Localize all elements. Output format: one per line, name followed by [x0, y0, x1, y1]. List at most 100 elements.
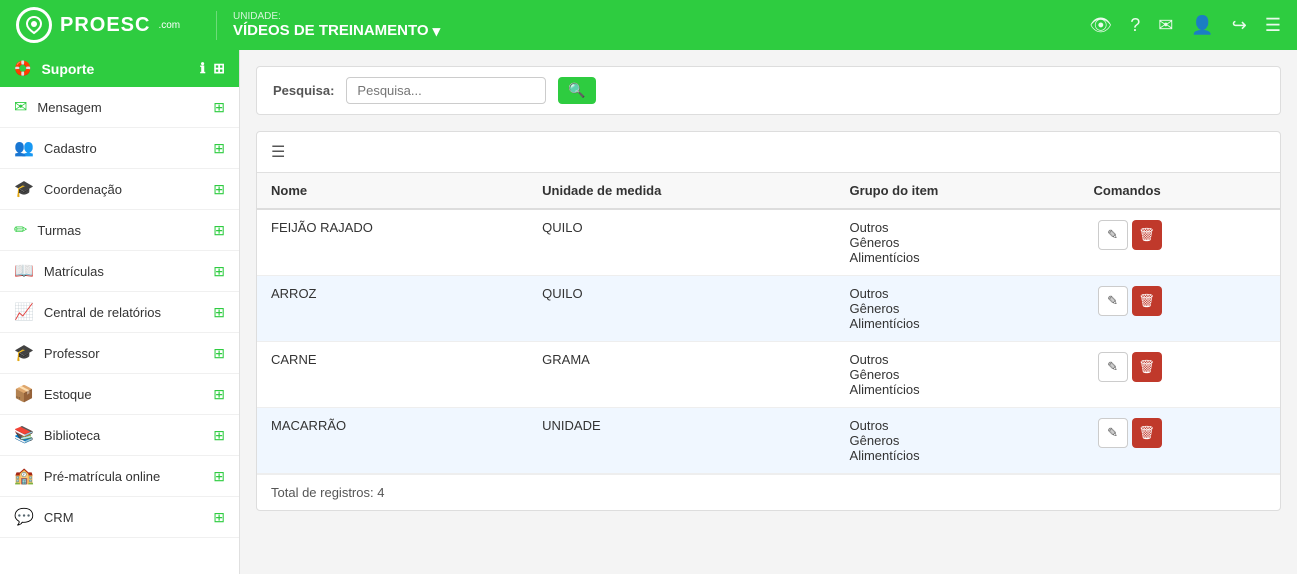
col-comandos: Comandos: [1080, 173, 1280, 209]
menu-icon[interactable]: ☰: [1265, 15, 1281, 36]
sidebar-item-crm[interactable]: 💬 CRM ⊞: [0, 497, 239, 538]
sidebar-item-central-relatorios[interactable]: 📈 Central de relatórios ⊞: [0, 292, 239, 333]
search-label: Pesquisa:: [273, 83, 334, 98]
expand-coordenacao-icon: ⊞: [213, 181, 225, 198]
sidebar-item-cadastro[interactable]: 👥 Cadastro ⊞: [0, 128, 239, 169]
col-grupo: Grupo do item: [836, 173, 1080, 209]
eye-icon[interactable]: 👁: [1089, 15, 1112, 36]
expand-pre-matricula-icon: ⊞: [213, 468, 225, 485]
sidebar-label-biblioteca: Biblioteca: [44, 428, 100, 443]
cell-nome: MACARRÃO: [257, 408, 528, 474]
cell-grupo: OutrosGênerosAlimentícios: [836, 276, 1080, 342]
sidebar-label-crm: CRM: [44, 510, 74, 525]
table-footer: Total de registros: 4: [257, 474, 1280, 510]
search-input[interactable]: [346, 77, 546, 104]
sidebar-label-turmas: Turmas: [37, 223, 81, 238]
sidebar-header-left: 🛟 Suporte: [14, 60, 94, 77]
cell-unidade: QUILO: [528, 209, 835, 276]
table-area: ☰ Nome Unidade de medida Grupo do item C…: [256, 131, 1281, 511]
book-sidebar-icon: 📖: [14, 261, 34, 281]
cell-unidade: GRAMA: [528, 342, 835, 408]
sidebar-label-cadastro: Cadastro: [44, 141, 97, 156]
sidebar-label-matriculas: Matrículas: [44, 264, 104, 279]
expand-professor-icon: ⊞: [213, 345, 225, 362]
cell-commands: ✎🗑: [1080, 342, 1280, 408]
cell-grupo: OutrosGênerosAlimentícios: [836, 209, 1080, 276]
pencil-sidebar-icon: ✏: [14, 220, 27, 240]
school-sidebar-icon: 🏫: [14, 466, 34, 486]
trash-icon: 🗑: [1138, 359, 1155, 375]
search-button[interactable]: 🔍: [558, 77, 595, 104]
chevron-down-icon: ▾: [433, 22, 441, 40]
signout-icon[interactable]: ↪: [1232, 15, 1247, 36]
expand-cadastro-icon: ⊞: [213, 140, 225, 157]
table-row: ARROZQUILOOutrosGênerosAlimentícios ✎ 🗑: [257, 276, 1280, 342]
mail-icon[interactable]: ✉: [1158, 15, 1173, 36]
professor-sidebar-icon: 🎓: [14, 343, 34, 363]
logo-com: .com: [158, 20, 180, 31]
expand-central-icon: ⊞: [213, 304, 225, 321]
sidebar-header: 🛟 Suporte ℹ ⊞: [0, 50, 239, 87]
delete-button[interactable]: 🗑: [1132, 286, 1162, 316]
table-row: FEIJÃO RAJADOQUILOOutrosGênerosAlimentíc…: [257, 209, 1280, 276]
nav-icons: 👁 ? ✉ 👤 ↪ ☰: [1089, 15, 1281, 36]
list-view-icon[interactable]: ☰: [271, 144, 285, 161]
search-icon: 🔍: [568, 82, 585, 98]
sidebar-label-professor: Professor: [44, 346, 100, 361]
edit-button[interactable]: ✎: [1098, 286, 1128, 316]
sidebar-item-mensagem[interactable]: ✉ Mensagem ⊞: [0, 87, 239, 128]
sidebar-label-estoque: Estoque: [44, 387, 92, 402]
expand-crm-icon: ⊞: [213, 509, 225, 526]
trash-icon: 🗑: [1138, 293, 1155, 309]
logo-text: PROESC: [60, 14, 150, 37]
sidebar-label-pre-matricula: Pré-matrícula online: [44, 469, 160, 484]
delete-button[interactable]: 🗑: [1132, 418, 1162, 448]
edit-button[interactable]: ✎: [1098, 352, 1128, 382]
chart-sidebar-icon: 📈: [14, 302, 34, 322]
items-table: Nome Unidade de medida Grupo do item Com…: [257, 173, 1280, 474]
cell-unidade: QUILO: [528, 276, 835, 342]
sidebar-item-biblioteca[interactable]: 📚 Biblioteca ⊞: [0, 415, 239, 456]
users-sidebar-icon: 👥: [14, 138, 34, 158]
edit-button[interactable]: ✎: [1098, 418, 1128, 448]
question-icon[interactable]: ?: [1130, 15, 1140, 36]
expand-icon[interactable]: ⊞: [213, 60, 225, 77]
sidebar: 🛟 Suporte ℹ ⊞ ✉ Mensagem ⊞ 👥 Cadastro ⊞: [0, 50, 240, 574]
mail-sidebar-icon: ✉: [14, 97, 27, 117]
sidebar-label-central: Central de relatórios: [44, 305, 161, 320]
top-navbar: PROESC .com UNIDADE: VÍDEOS DE TREINAMEN…: [0, 0, 1297, 50]
sidebar-item-matriculas[interactable]: 📖 Matrículas ⊞: [0, 251, 239, 292]
sidebar-item-estoque[interactable]: 📦 Estoque ⊞: [0, 374, 239, 415]
unit-name: VÍDEOS DE TREINAMENTO ▾: [233, 22, 1089, 40]
table-row: CARNEGRAMAOutrosGênerosAlimentícios✎🗑: [257, 342, 1280, 408]
edit-button[interactable]: ✎: [1098, 220, 1128, 250]
sidebar-item-professor[interactable]: 🎓 Professor ⊞: [0, 333, 239, 374]
cell-nome: ARROZ: [257, 276, 528, 342]
expand-estoque-icon: ⊞: [213, 386, 225, 403]
sidebar-item-turmas[interactable]: ✏ Turmas ⊞: [0, 210, 239, 251]
main-layout: 🛟 Suporte ℹ ⊞ ✉ Mensagem ⊞ 👥 Cadastro ⊞: [0, 50, 1297, 574]
logo-icon: [16, 7, 52, 43]
edit-icon: ✎: [1107, 293, 1118, 309]
delete-button[interactable]: 🗑: [1132, 220, 1162, 250]
delete-button[interactable]: 🗑: [1132, 352, 1162, 382]
info-icon[interactable]: ℹ: [200, 60, 205, 77]
expand-mensagem-icon: ⊞: [213, 99, 225, 116]
sidebar-item-pre-matricula[interactable]: 🏫 Pré-matrícula online ⊞: [0, 456, 239, 497]
unit-info: UNIDADE: VÍDEOS DE TREINAMENTO ▾: [216, 11, 1089, 40]
col-unidade: Unidade de medida: [528, 173, 835, 209]
expand-turmas-icon: ⊞: [213, 222, 225, 239]
sidebar-header-icons: ℹ ⊞: [200, 60, 225, 77]
table-toolbar: ☰: [257, 132, 1280, 173]
sidebar-header-label: Suporte: [41, 61, 94, 77]
box-sidebar-icon: 📦: [14, 384, 34, 404]
sidebar-item-coordenacao[interactable]: 🎓 Coordenação ⊞: [0, 169, 239, 210]
col-nome: Nome: [257, 173, 528, 209]
main-content: Pesquisa: 🔍 ☰ Nome Unidade de medida Gru…: [240, 50, 1297, 574]
support-icon: 🛟: [14, 60, 31, 77]
user-icon[interactable]: 👤: [1191, 15, 1213, 36]
cell-nome: CARNE: [257, 342, 528, 408]
logo-area: PROESC .com: [16, 7, 216, 43]
expand-biblioteca-icon: ⊞: [213, 427, 225, 444]
edit-icon: ✎: [1107, 359, 1118, 375]
